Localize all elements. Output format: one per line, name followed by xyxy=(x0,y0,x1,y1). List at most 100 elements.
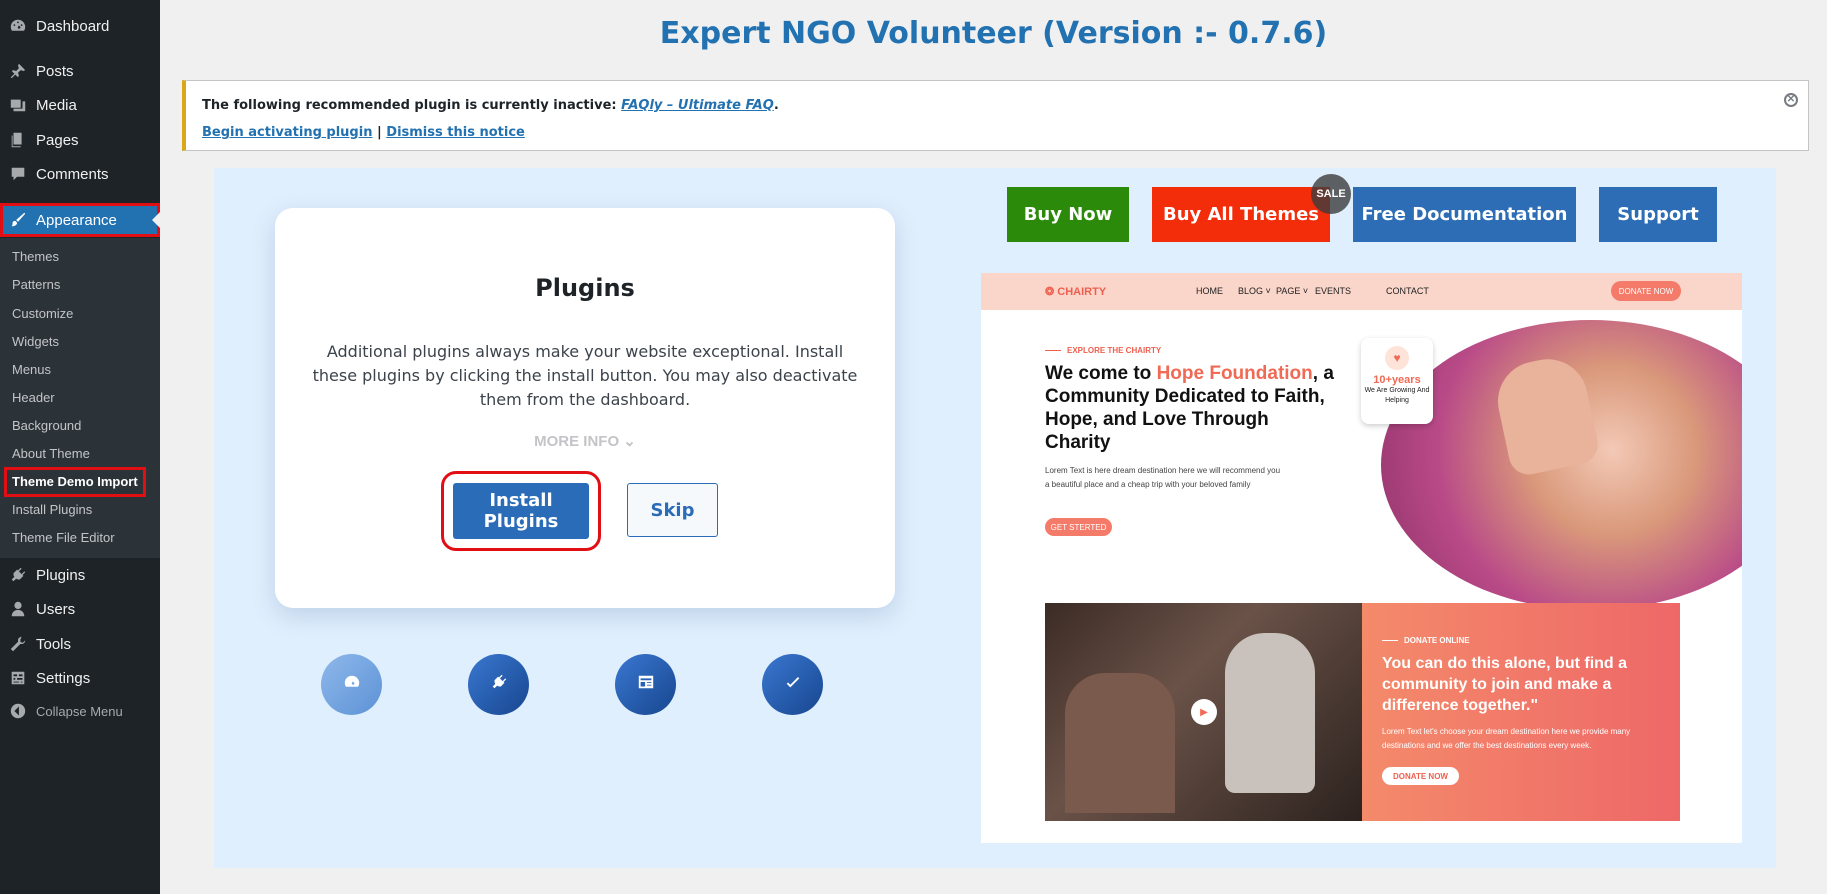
submenu-item-header[interactable]: Header xyxy=(12,388,55,408)
preview-eyebrow: EXPLORE THE CHAIRTY xyxy=(1045,346,1161,355)
preview-nav-link: CONTACT xyxy=(1386,286,1429,296)
sidebar-item-label: Pages xyxy=(36,131,79,149)
buy-all-themes-button[interactable]: Buy All Themes xyxy=(1152,187,1330,242)
preview-video-image: ▶ xyxy=(1045,603,1362,821)
preview-years-badge: ♥ 10+years We Are Growing And Helping xyxy=(1361,338,1433,424)
preview-donate-eyebrow: DONATE ONLINE xyxy=(1382,636,1470,645)
preview-headline-highlight: Hope Foundation xyxy=(1156,363,1313,384)
check-icon xyxy=(784,673,802,696)
wrench-icon xyxy=(8,634,28,654)
preview-donation-block: DONATE ONLINE You can do this alone, but… xyxy=(1362,603,1680,821)
current-menu-arrow xyxy=(152,212,160,228)
install-plugins-button[interactable]: Install Plugins xyxy=(441,471,601,551)
dashboard-icon xyxy=(8,16,28,36)
sidebar-item-users[interactable]: Users xyxy=(0,592,160,626)
submenu-item-customize[interactable]: Customize xyxy=(12,304,73,324)
card-heading: Plugins xyxy=(535,274,635,302)
sidebar-item-label: Plugins xyxy=(36,566,86,584)
sidebar-item-label: Appearance xyxy=(36,211,117,229)
preview-headline: We come to Hope Foundation, a Community … xyxy=(1045,362,1335,454)
sidebar-item-label: Comments xyxy=(36,165,109,183)
settings-icon xyxy=(8,668,28,688)
step-widgets[interactable] xyxy=(615,654,676,715)
page-title: Expert NGO Volunteer (Version :- 0.7.6) xyxy=(659,16,1328,51)
submenu-item-about-theme[interactable]: About Theme xyxy=(12,444,90,464)
begin-activating-link[interactable]: Begin activating plugin xyxy=(202,125,372,140)
step-finish[interactable] xyxy=(762,654,823,715)
support-button[interactable]: Support xyxy=(1599,187,1717,242)
preview-logo: ❂ CHAIRTY xyxy=(1045,286,1107,298)
sidebar-item-label: Posts xyxy=(36,62,74,80)
notice-plugin-link[interactable]: FAQly – Ultimate FAQ xyxy=(621,98,774,113)
appearance-submenu: Themes Patterns Customize Widgets Menus … xyxy=(0,238,160,558)
collapse-icon xyxy=(8,701,28,721)
card-description: Additional plugins always make your webs… xyxy=(312,342,858,409)
submenu-item-theme-file-editor[interactable]: Theme File Editor xyxy=(12,528,115,548)
widgets-icon xyxy=(637,673,655,696)
submenu-item-background[interactable]: Background xyxy=(12,416,81,436)
sidebar-item-plugins[interactable]: Plugins xyxy=(0,558,160,592)
preview-donate-now-button: DONATE NOW xyxy=(1382,767,1459,785)
notice-period: . xyxy=(773,98,779,113)
step-plugins[interactable] xyxy=(468,654,529,715)
submenu-item-themes[interactable]: Themes xyxy=(12,247,59,267)
plugins-card: Plugins Additional plugins always make y… xyxy=(275,208,895,608)
preview-navbar: ❂ CHAIRTY HOME BLOG ˅ PAGE ˅ EVENTS CONT… xyxy=(981,273,1742,310)
pin-icon xyxy=(8,61,28,81)
submenu-item-install-plugins[interactable]: Install Plugins xyxy=(12,500,92,520)
sidebar-item-tools[interactable]: Tools xyxy=(0,627,160,661)
preview-badge-sub: We Are Growing And Helping xyxy=(1364,387,1430,404)
sale-badge: SALE xyxy=(1311,174,1351,214)
submenu-item-menus[interactable]: Menus xyxy=(12,360,51,380)
free-documentation-button[interactable]: Free Documentation xyxy=(1353,187,1576,242)
notice-text: The following recommended plugin is curr… xyxy=(202,98,617,113)
sidebar-item-label: Dashboard xyxy=(36,17,110,35)
brush-icon xyxy=(8,210,28,230)
sidebar-item-dashboard[interactable]: Dashboard xyxy=(0,9,160,43)
preview-donate-button: DONATE NOW xyxy=(1611,281,1681,301)
sidebar-item-posts[interactable]: Posts xyxy=(0,54,160,88)
demo-import-panel: Plugins Additional plugins always make y… xyxy=(214,168,1776,868)
dismiss-notice-link[interactable]: Dismiss this notice xyxy=(386,125,525,140)
more-info-toggle[interactable]: MORE INFO ⌄ xyxy=(275,432,895,450)
comment-icon xyxy=(8,164,28,184)
close-icon[interactable]: ✕ xyxy=(1784,93,1798,107)
notice-actions: Begin activating plugin | Dismiss this n… xyxy=(202,125,525,140)
sidebar-item-media[interactable]: Media xyxy=(0,88,160,122)
preview-nav-link: HOME xyxy=(1196,286,1223,296)
sidebar-item-pages[interactable]: Pages xyxy=(0,123,160,157)
preview-nav-link: PAGE ˅ xyxy=(1276,286,1309,296)
notice-separator: | xyxy=(377,125,382,140)
buy-now-button[interactable]: Buy Now xyxy=(1007,187,1129,242)
preview-nav-link: EVENTS xyxy=(1315,286,1352,296)
sidebar-item-appearance[interactable]: Appearance xyxy=(0,203,160,237)
preview-get-started-button: GET STERTED xyxy=(1045,518,1112,536)
preview-donate-body: Lorem Text let's choose your dream desti… xyxy=(1382,727,1631,750)
preview-hero-image xyxy=(1381,320,1742,610)
media-icon xyxy=(8,95,28,115)
preview-nav-link: BLOG ˅ xyxy=(1238,286,1271,296)
plugin-notice: The following recommended plugin is curr… xyxy=(182,80,1809,151)
hands-icon: ♥ xyxy=(1385,346,1409,370)
sidebar-item-label: Tools xyxy=(36,635,72,653)
collapse-menu-button[interactable]: Collapse Menu xyxy=(0,694,160,728)
submenu-item-theme-demo-import[interactable]: Theme Demo Import xyxy=(4,467,146,497)
sidebar-item-label: Users xyxy=(36,600,76,618)
submenu-item-widgets[interactable]: Widgets xyxy=(12,332,59,352)
skip-button[interactable]: Skip xyxy=(627,483,718,537)
dashboard-icon xyxy=(343,673,361,696)
notice-message: The following recommended plugin is curr… xyxy=(202,98,779,113)
preview-donate-headline: You can do this alone, but find a commun… xyxy=(1382,655,1628,714)
sidebar-item-label: Settings xyxy=(36,669,91,687)
more-info-label: MORE INFO xyxy=(534,433,620,450)
sidebar-item-comments[interactable]: Comments xyxy=(0,157,160,191)
preview-body-text: Lorem Text is here dream destination her… xyxy=(1045,466,1281,489)
chevron-down-icon: ⌄ xyxy=(623,433,636,450)
theme-preview: ❂ CHAIRTY HOME BLOG ˅ PAGE ˅ EVENTS CONT… xyxy=(981,273,1742,843)
sidebar-item-label: Media xyxy=(36,96,77,114)
user-icon xyxy=(8,599,28,619)
play-icon: ▶ xyxy=(1191,699,1217,725)
submenu-item-patterns[interactable]: Patterns xyxy=(12,275,60,295)
sidebar-item-settings[interactable]: Settings xyxy=(0,661,160,695)
step-dashboard[interactable] xyxy=(321,654,382,715)
